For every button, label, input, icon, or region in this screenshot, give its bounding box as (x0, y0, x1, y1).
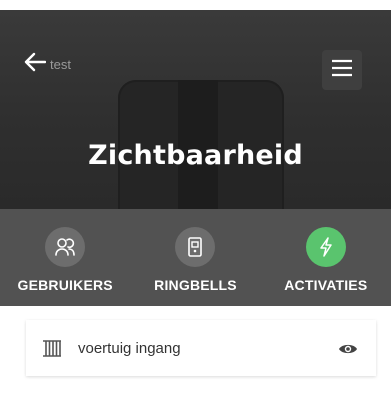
tab-ringbells[interactable]: RINGBELLS (130, 209, 260, 306)
list-item-name: voertuig ingang (78, 339, 181, 357)
tab-gebruikers[interactable]: GEBRUIKERS (0, 209, 130, 306)
back-label: test (50, 56, 71, 72)
hamburger-icon (331, 59, 353, 81)
tab-activaties[interactable]: ACTIVATIES (261, 209, 391, 306)
tab-activaties-label: ACTIVATIES (284, 277, 368, 293)
back-button[interactable]: test (24, 52, 71, 76)
header-banner: test Zichtbaarheid (0, 10, 391, 209)
arrow-left-icon (24, 52, 47, 76)
menu-button[interactable] (322, 50, 362, 90)
top-strip (0, 0, 391, 10)
ringbell-icon (175, 227, 216, 267)
page-title: Zichtbaarheid (88, 140, 303, 171)
list-item[interactable]: voertuig ingang (26, 320, 376, 376)
tab-bar: GEBRUIKERS RINGBELLS ACTIVATIES (0, 209, 391, 306)
bolt-icon (305, 227, 346, 267)
gate-icon (42, 338, 62, 358)
tab-ringbells-label: RINGBELLS (154, 277, 237, 293)
tab-gebruikers-label: GEBRUIKERS (17, 277, 113, 293)
users-icon (45, 227, 86, 267)
eye-icon[interactable] (338, 341, 358, 355)
